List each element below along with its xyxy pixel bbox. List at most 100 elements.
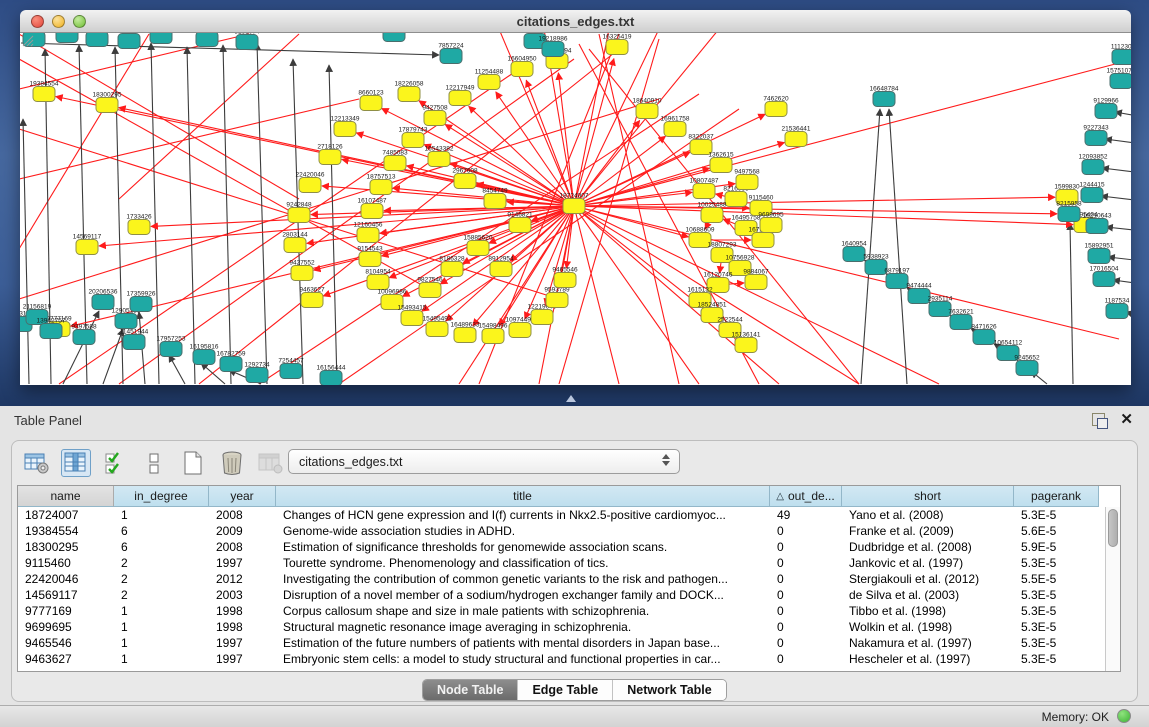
tab-edge-table[interactable]: Edge Table (518, 680, 613, 700)
graph-edge[interactable] (103, 329, 123, 384)
table-row[interactable]: 1938455462009Genome-wide association stu… (18, 523, 1120, 539)
graph-node[interactable] (490, 262, 512, 277)
graph-node[interactable] (760, 218, 782, 233)
tab-network-table[interactable]: Network Table (613, 680, 726, 700)
graph-node[interactable] (1016, 361, 1038, 376)
graph-node[interactable] (398, 87, 420, 102)
graph-node[interactable] (531, 310, 553, 325)
graph-edge[interactable] (574, 206, 619, 384)
graph-node[interactable] (76, 240, 98, 255)
graph-edge[interactable] (257, 43, 267, 384)
table-row[interactable]: 946554611997Estimation of the future num… (18, 635, 1120, 651)
graph-node[interactable] (361, 204, 383, 219)
close-panel-icon[interactable]: ✕ (1120, 410, 1133, 428)
graph-node[interactable] (1112, 50, 1131, 65)
graph-edge[interactable] (574, 33, 609, 206)
graph-node[interactable] (383, 33, 405, 42)
graph-edge[interactable] (223, 45, 231, 384)
graph-node[interactable] (701, 208, 723, 223)
graph-node[interactable] (40, 324, 62, 339)
graph-edge[interactable] (1105, 139, 1131, 144)
graph-node[interactable] (482, 329, 504, 344)
graph-node[interactable] (1082, 160, 1104, 175)
table-scrollbar[interactable] (1105, 507, 1120, 671)
table-row[interactable]: 2242004622012Investigating the contribut… (18, 571, 1120, 587)
window-titlebar[interactable]: citations_edges.txt (20, 10, 1131, 33)
graph-node[interactable] (130, 297, 152, 312)
graph-edge[interactable] (889, 109, 907, 384)
graph-edge[interactable] (574, 206, 699, 384)
network-graph[interactable]: 1872400712924594166049501125448812217949… (20, 33, 1131, 385)
graph-node[interactable] (301, 293, 323, 308)
clear-selection-icon[interactable] (139, 449, 169, 477)
graph-node[interactable] (484, 194, 506, 209)
graph-edge[interactable] (1106, 227, 1131, 231)
graph-node[interactable] (467, 241, 489, 256)
table-row[interactable]: 969969511998Structural magnetic resonanc… (18, 619, 1120, 635)
graph-edge[interactable] (1113, 280, 1131, 284)
graph-node[interactable] (1095, 104, 1117, 119)
graph-node[interactable] (736, 175, 758, 190)
graph-edge[interactable] (574, 206, 859, 384)
graph-node[interactable] (220, 357, 242, 372)
graph-node[interactable] (419, 283, 441, 298)
graph-node[interactable] (1086, 219, 1108, 234)
graph-node[interactable] (441, 262, 463, 277)
graph-node[interactable] (291, 266, 313, 281)
graph-node[interactable] (424, 111, 446, 126)
column-header-name[interactable]: name (18, 486, 114, 507)
tab-node-table[interactable]: Node Table (423, 680, 518, 700)
graph-node[interactable] (299, 178, 321, 193)
graph-node[interactable] (33, 87, 55, 102)
graph-node[interactable] (563, 199, 585, 214)
graph-node[interactable] (606, 40, 628, 55)
graph-edge[interactable] (1101, 196, 1131, 201)
column-header-short[interactable]: short (842, 486, 1014, 507)
graph-node[interactable] (280, 364, 302, 379)
graph-node[interactable] (454, 328, 476, 343)
graph-edge[interactable] (574, 197, 1055, 206)
graph-node[interactable] (1093, 272, 1115, 287)
graph-node[interactable] (542, 42, 564, 57)
graph-node[interactable] (402, 133, 424, 148)
graph-node[interactable] (160, 342, 182, 357)
graph-node[interactable] (886, 274, 908, 289)
table-row[interactable]: 1830029562008Estimation of significance … (18, 539, 1120, 555)
network-window[interactable]: citations_edges.txt 18724007129245941660… (20, 10, 1131, 385)
graph-node[interactable] (128, 220, 150, 235)
table-mode-icon[interactable] (22, 449, 52, 477)
graph-node[interactable] (1088, 249, 1110, 264)
graph-edge[interactable] (169, 355, 185, 384)
graph-node[interactable] (115, 314, 137, 329)
graph-node[interactable] (873, 92, 895, 107)
table-row[interactable]: 911546021997Tourette syndrome. Phenomeno… (18, 555, 1120, 571)
table-row[interactable]: 977716911998Corpus callosum shape and si… (18, 603, 1120, 619)
graph-node[interactable] (370, 180, 392, 195)
graph-edge[interactable] (187, 47, 195, 384)
graph-node[interactable] (1110, 74, 1131, 89)
graph-node[interactable] (478, 75, 500, 90)
graph-node[interactable] (360, 96, 382, 111)
column-header-out_degree[interactable]: △out_de... (770, 486, 842, 507)
graph-node[interactable] (636, 104, 658, 119)
graph-node[interactable] (357, 228, 379, 243)
graph-node[interactable] (428, 152, 450, 167)
graph-node[interactable] (288, 208, 310, 223)
graph-node[interactable] (246, 368, 268, 383)
graph-node[interactable] (359, 252, 381, 267)
graph-node[interactable] (973, 330, 995, 345)
table-row[interactable]: 946362711997Embryonic stem cells: a mode… (18, 651, 1120, 667)
graph-node[interactable] (320, 371, 342, 386)
trash-icon[interactable] (217, 449, 247, 477)
graph-edge[interactable] (1102, 168, 1131, 173)
graph-node[interactable] (150, 33, 172, 44)
column-header-in_degree[interactable]: in_degree (114, 486, 209, 507)
graph-node[interactable] (546, 293, 568, 308)
graph-node[interactable] (284, 238, 306, 253)
graph-node[interactable] (426, 322, 448, 337)
graph-node[interactable] (554, 273, 576, 288)
graph-edge[interactable] (1108, 257, 1131, 261)
graph-node[interactable] (440, 49, 462, 64)
graph-node[interactable] (710, 158, 732, 173)
graph-node[interactable] (86, 33, 108, 47)
